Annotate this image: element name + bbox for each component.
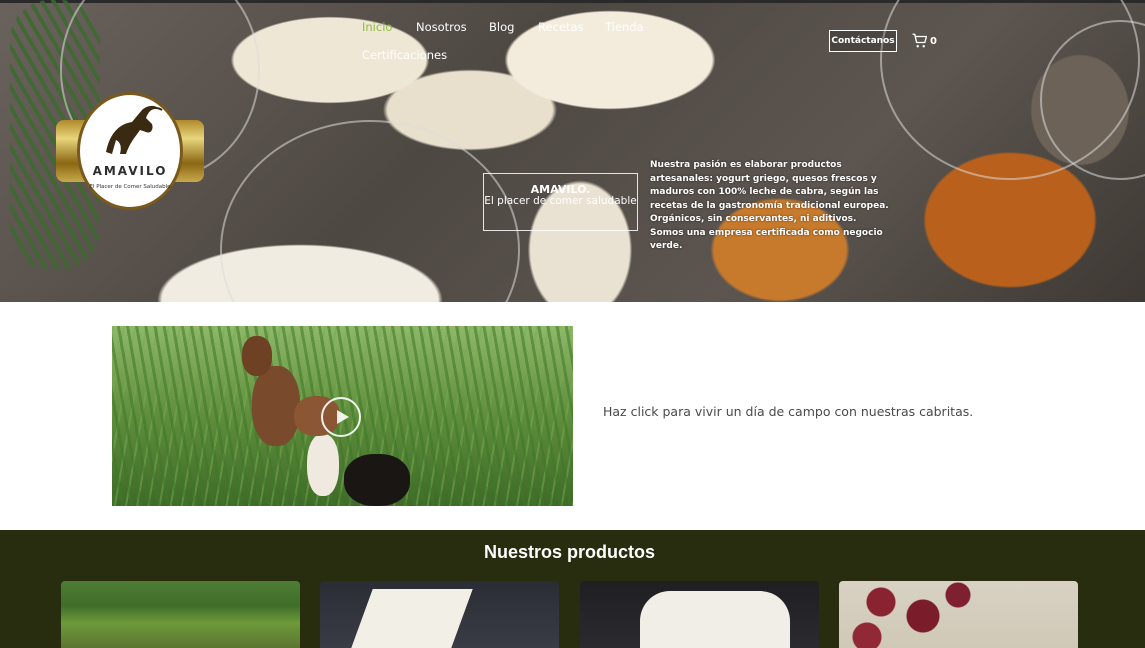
products-title: Nuestros productos <box>483 542 656 562</box>
goat-black <box>344 454 410 506</box>
product-card-2[interactable] <box>320 581 559 648</box>
product-card-3[interactable] <box>580 581 819 648</box>
products-section: Nuestros productos <box>0 530 1145 648</box>
goat-brown <box>242 336 272 376</box>
cart-icon <box>912 33 928 48</box>
nav-item-inicio[interactable]: Inicio <box>362 20 392 34</box>
site-logo[interactable]: AMAVILO El Placer de Comer Saludable <box>56 92 204 210</box>
nav-item-certificaciones[interactable]: Certificaciones <box>362 48 447 62</box>
hero-description-text: Nuestra pasión es elaborar productos art… <box>650 160 889 224</box>
cheese-image <box>347 589 473 648</box>
grapes-image <box>839 581 979 648</box>
goat-brown <box>252 366 300 446</box>
goat-white <box>307 434 339 496</box>
logo-tagline: El Placer de Comer Saludable <box>89 184 171 190</box>
product-card-4[interactable] <box>839 581 1078 648</box>
product-card-1[interactable] <box>61 581 300 648</box>
play-icon <box>336 410 349 424</box>
nav-item-tienda[interactable]: Tienda <box>605 20 644 34</box>
hero-description: Nuestra pasión es elaborar productos art… <box>650 159 895 254</box>
nav-item-nosotros[interactable]: Nosotros <box>416 20 467 34</box>
logo-name: AMAVILO <box>92 164 168 178</box>
brand-box: AMAVILO. El placer de comer saludable <box>483 173 638 231</box>
nav-item-recetas[interactable]: Recetas <box>538 20 584 34</box>
play-button[interactable] <box>321 397 361 437</box>
cart-button[interactable]: 0 <box>911 32 937 50</box>
hero-description-text-2: Somos una empresa certificada como negoc… <box>650 227 883 252</box>
rack-decoration <box>220 120 520 302</box>
contact-button[interactable]: Contáctanos <box>829 30 897 52</box>
video-caption: Haz click para vivir un día de campo con… <box>603 404 974 419</box>
brand-subtitle: El placer de comer saludable <box>484 195 637 207</box>
cart-count: 0 <box>930 35 937 47</box>
nav-item-blog[interactable]: Blog <box>489 20 514 34</box>
goat-icon <box>106 105 163 154</box>
cheese-log-image <box>640 591 790 648</box>
